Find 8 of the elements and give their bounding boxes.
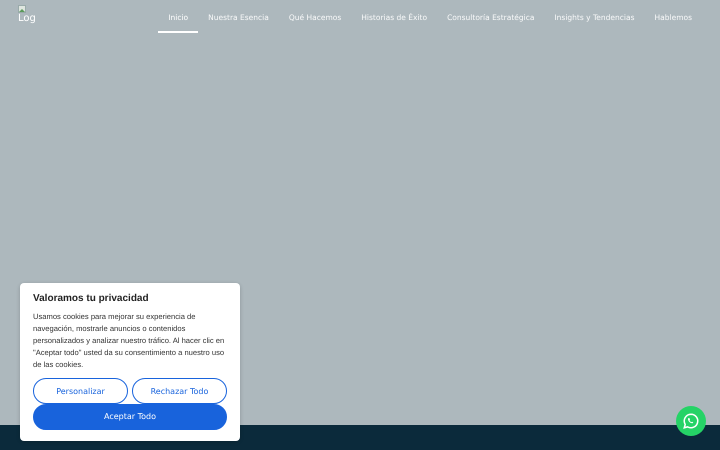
chat-icon <box>682 412 700 430</box>
cookie-button[interactable]: Personalizar <box>33 378 128 404</box>
cookie-button[interactable]: Rechazar Todo <box>132 378 227 404</box>
accept-button[interactable]: Aceptar Todo <box>33 404 227 430</box>
whatsapp-button[interactable] <box>676 406 706 436</box>
logo-text: Log <box>18 13 36 25</box>
broken-image-icon <box>18 5 26 13</box>
banner-title: Valoramos tu privacidad <box>33 293 150 304</box>
